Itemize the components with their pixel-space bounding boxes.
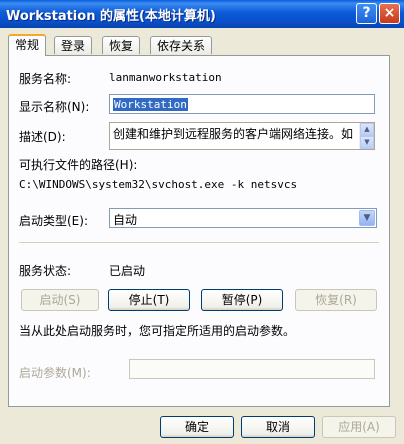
exec-path-label: 可执行文件的路径(H): (19, 158, 138, 172)
service-name-value: lanmanworkstation (109, 71, 222, 84)
exec-path-value: C:\WINDOWS\system32\svchost.exe -k netsv… (19, 178, 298, 191)
start-button[interactable]: 启动(S) (21, 289, 99, 311)
scroll-down-icon[interactable]: ▼ (360, 136, 374, 149)
window-title: Workstation 的属性(本地计算机) (6, 9, 216, 24)
stop-button[interactable]: 停止(T) (108, 289, 190, 311)
tab-dependencies[interactable]: 依存关系 (150, 36, 213, 54)
service-status-label: 服务状态: (19, 264, 72, 278)
tab-logon[interactable]: 登录 (54, 36, 93, 54)
service-status-value: 已启动 (109, 264, 146, 278)
startup-type-value: 自动 (113, 213, 138, 227)
start-params-hint: 当从此处启动服务时，您可指定所适用的启动参数。 (19, 324, 296, 338)
description-field[interactable]: 创建和维护到远程服务的客户端网络连接。如 ▲ ▼ (109, 122, 375, 150)
service-name-label: 服务名称: (19, 72, 72, 86)
display-name-label: 显示名称(N): (19, 100, 90, 114)
scroll-up-icon[interactable]: ▲ (360, 123, 374, 136)
ok-button[interactable]: 确定 (160, 416, 234, 438)
description-label: 描述(D): (19, 130, 66, 144)
close-button[interactable]: × (379, 3, 400, 24)
separator (19, 242, 379, 244)
start-params-input[interactable] (129, 359, 375, 379)
general-tab-panel: 服务名称: lanmanworkstation 显示名称(N): Worksta… (8, 55, 390, 407)
apply-button[interactable]: 应用(A) (322, 416, 396, 438)
help-button[interactable]: ? (356, 3, 377, 24)
cancel-button[interactable]: 取消 (241, 416, 315, 438)
startup-type-label: 启动类型(E): (19, 214, 88, 228)
description-scrollbar[interactable]: ▲ ▼ (359, 123, 374, 149)
tab-general[interactable]: 常规 (8, 34, 47, 56)
display-name-field[interactable]: Workstation (109, 94, 375, 114)
display-name-value: Workstation (113, 98, 188, 111)
tab-recovery[interactable]: 恢复 (102, 36, 141, 54)
description-value: 创建和维护到远程服务的客户端网络连接。如 (113, 127, 354, 141)
resume-button[interactable]: 恢复(R) (295, 289, 377, 311)
startup-type-select[interactable]: 自动 ▼ (109, 208, 377, 228)
properties-dialog: Workstation 的属性(本地计算机) ? × 常规 登录 恢复 依存关系… (0, 0, 404, 444)
pause-button[interactable]: 暂停(P) (201, 289, 283, 311)
chevron-down-icon[interactable]: ▼ (359, 210, 375, 226)
start-params-label: 启动参数(M): (19, 366, 91, 380)
title-bar[interactable]: Workstation 的属性(本地计算机) ? × (0, 0, 404, 28)
